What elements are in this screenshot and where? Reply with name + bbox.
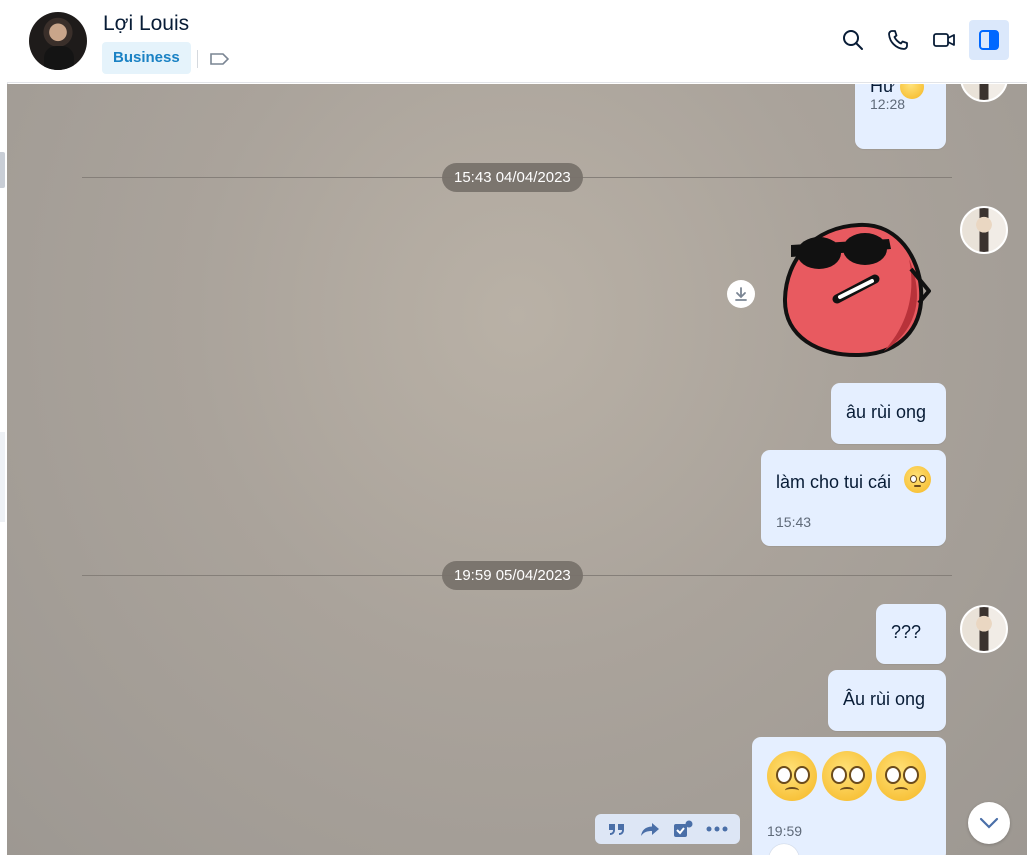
forward-button[interactable]: [640, 821, 660, 837]
header-divider: [197, 50, 198, 68]
message-bubble[interactable]: âu rùi ong: [831, 383, 946, 444]
pleading-face-emoji-icon: [767, 751, 817, 801]
message-action-bar: [595, 814, 740, 844]
contact-name[interactable]: Lợi Louis: [103, 12, 189, 36]
search-button[interactable]: [833, 20, 873, 60]
sender-avatar[interactable]: [960, 84, 1008, 102]
tag-icon[interactable]: [209, 50, 231, 68]
selected-conversation-highlight: [0, 432, 5, 522]
message-bubble[interactable]: 19:59: [752, 737, 946, 855]
scroll-to-bottom-button[interactable]: [968, 802, 1010, 844]
scroll-indicator[interactable]: [0, 152, 5, 188]
date-separator: 19:59 05/04/2023: [442, 561, 583, 590]
date-separator: 15:43 04/04/2023: [442, 163, 583, 192]
chevron-down-icon: [979, 817, 999, 829]
pleading-face-emoji-icon: [876, 751, 926, 801]
contact-avatar[interactable]: [29, 12, 87, 70]
sender-avatar[interactable]: [960, 605, 1008, 653]
video-call-button[interactable]: [924, 20, 964, 60]
pleading-face-emoji-icon: [822, 751, 872, 801]
emoji-icon: [904, 466, 931, 493]
sender-avatar[interactable]: [960, 206, 1008, 254]
add-task-button[interactable]: [673, 820, 693, 838]
message-text: ???: [891, 622, 922, 642]
download-icon: [735, 287, 747, 301]
message-time: 15:43: [776, 514, 812, 530]
search-icon: [843, 30, 863, 50]
sticker-image[interactable]: [779, 219, 939, 369]
forward-icon: [641, 823, 660, 836]
message-bubble[interactable]: làm cho tui cái 15:43: [761, 450, 946, 546]
message-bubble[interactable]: Hư 12:28: [855, 84, 946, 149]
message-text: làm cho tui cái: [776, 472, 892, 492]
video-icon: [933, 33, 955, 47]
message-text: Âu rùi ong: [843, 689, 926, 709]
toggle-info-panel-button[interactable]: [969, 20, 1009, 60]
message-text: âu rùi ong: [846, 402, 927, 422]
message-time: 12:28: [870, 96, 906, 112]
business-badge[interactable]: Business: [102, 42, 191, 74]
message-bubble[interactable]: Âu rùi ong: [828, 670, 946, 731]
message-time: 19:59: [767, 823, 803, 839]
message-area[interactable]: Hư 12:28 15:43 04/04/2023 âu rùi ong làm…: [7, 84, 1027, 855]
phone-icon: [888, 30, 908, 50]
sidebar-toggle-icon: [979, 30, 999, 50]
quote-icon: [609, 824, 625, 835]
more-button[interactable]: [706, 826, 728, 832]
quote-button[interactable]: [607, 821, 627, 837]
more-icon: [706, 826, 728, 832]
chat-header: Lợi Louis Business: [7, 0, 1027, 83]
download-button[interactable]: [727, 280, 755, 308]
task-icon: [673, 820, 693, 837]
voice-call-button[interactable]: [878, 20, 918, 60]
message-bubble[interactable]: ???: [876, 604, 946, 664]
